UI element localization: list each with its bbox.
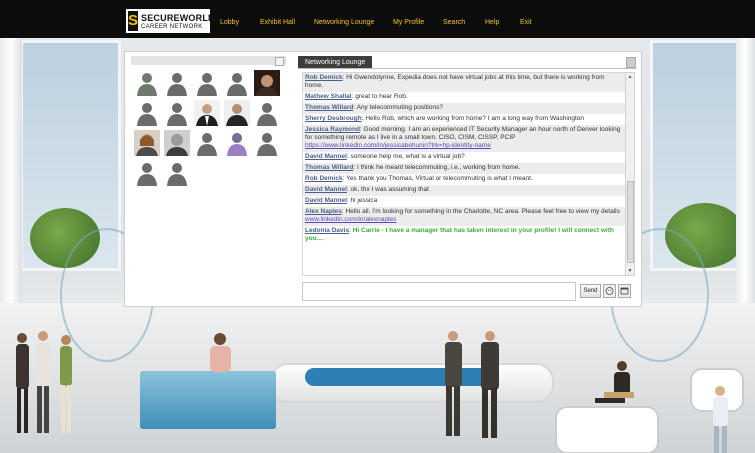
chat-author[interactable]: David Mannel — [305, 197, 347, 204]
attendee-photo[interactable] — [164, 130, 190, 156]
chat-message: David Mannel: someone help me, what is a… — [305, 153, 465, 160]
logo-mark-icon: S — [128, 11, 139, 31]
brand-subtitle: CAREER NETWORK — [141, 23, 203, 30]
chat-text: Hi Gwendolynne, Expedia does not have vi… — [305, 74, 605, 89]
chat-text: ok, thx I was assuming that — [348, 186, 429, 193]
chat-pane: Networking Lounge Rob Demick: Hi Gwendol… — [298, 56, 636, 304]
scroll-up-icon[interactable]: ▲ — [627, 74, 633, 80]
attendee-pane-header — [131, 56, 286, 66]
attendee-photo[interactable] — [194, 100, 220, 126]
chat-text: great to hear Rob. — [353, 93, 408, 100]
chat-text: Hello all. I'm looking for something in … — [343, 208, 620, 215]
scroll-down-icon[interactable]: ▼ — [627, 268, 633, 274]
nav-exit[interactable]: Exit — [520, 19, 532, 26]
attendee-photo[interactable] — [134, 130, 160, 156]
chat-author[interactable]: Thomas Willard — [305, 104, 353, 111]
reading-woman-figure — [595, 361, 634, 403]
chat-author[interactable]: Jessica Raymond — [305, 126, 360, 133]
attendee-avatar[interactable] — [164, 70, 190, 96]
chat-message: Ledonia Davis: Hi Carrie - I have a mana… — [305, 227, 614, 242]
chat-message: Sherry Desbrough: Hello Rob, which are w… — [305, 115, 585, 122]
attendee-avatar[interactable] — [134, 160, 160, 186]
chat-author[interactable]: Sherry Desbrough — [305, 115, 362, 122]
brand-name: SECUREWORLD — [141, 12, 215, 23]
scroll-thumb[interactable] — [627, 181, 634, 263]
chat-text: Yes thank you Thomas, Virtual or telecom… — [344, 175, 533, 182]
chat-message: David Mannel: hi jessica — [305, 197, 378, 204]
chat-message: Thomas Willard: I think he meant telecom… — [303, 163, 626, 174]
attendee-avatar[interactable] — [134, 100, 160, 126]
chat-author[interactable]: Ledonia Davis — [305, 227, 349, 234]
emoticon-icon[interactable] — [603, 284, 616, 298]
chat-link[interactable]: https://www.linkedin.com/in/jessicabehun… — [305, 142, 491, 149]
chat-pane-toggle-icon[interactable] — [626, 57, 636, 68]
nav-search[interactable]: Search — [443, 19, 465, 26]
business-people-figure — [445, 331, 499, 438]
chat-message: Jessica Raymond: Good morning. I am an e… — [303, 125, 626, 152]
chat-log: Rob Demick: Hi Gwendolynne, Expedia does… — [302, 72, 627, 276]
attendee-pane-toggle-icon[interactable] — [275, 57, 284, 66]
chat-message-input[interactable] — [302, 282, 576, 301]
visitor-group-figure — [16, 331, 72, 433]
chat-author[interactable]: Rob Demick — [305, 74, 343, 81]
chat-message: Alex Naples: Hello all. I'm looking for … — [303, 207, 626, 226]
chat-message: Thomas Willard: Any telecommuting positi… — [303, 103, 626, 114]
chat-message: Mathew Shallal: great to hear Rob. — [305, 93, 408, 100]
tab-divider — [298, 68, 636, 69]
chat-author[interactable]: Rob Demick — [305, 175, 343, 182]
attendee-avatar[interactable] — [164, 100, 190, 126]
brand-logo[interactable]: S SECUREWORLD CAREER NETWORK — [126, 9, 215, 33]
chat-message: David Mannel: ok, thx I was assuming tha… — [303, 185, 626, 196]
chat-link[interactable]: www.linkedin.com/in/alexnaples — [305, 216, 396, 223]
chat-message: Rob Demick: Hi Gwendolynne, Expedia does… — [303, 73, 626, 92]
chat-scrollbar[interactable]: ▲ ▼ — [625, 72, 635, 276]
pillar — [0, 38, 22, 308]
chat-text: I think he meant telecommuting, i.e., wo… — [355, 164, 521, 171]
chat-author[interactable]: David Mannel — [305, 186, 347, 193]
attendee-pane — [131, 56, 286, 300]
window-icon[interactable] — [618, 284, 631, 298]
chat-message: Rob Demick: Yes thank you Thomas, Virtua… — [305, 175, 533, 182]
nav-exhibit-hall[interactable]: Exhibit Hall — [260, 19, 295, 26]
attendee-avatar[interactable] — [254, 130, 280, 156]
attendee-avatar[interactable] — [194, 70, 220, 96]
chat-text: Any telecommuting positions? — [355, 104, 443, 111]
chat-text: someone help me, what is a virtual job? — [348, 153, 465, 160]
top-nav-bar: S SECUREWORLD CAREER NETWORK Lobby Exhib… — [0, 0, 755, 38]
attendee-avatar[interactable] — [224, 70, 250, 96]
networking-panel: Networking Lounge Rob Demick: Hi Gwendol… — [124, 51, 642, 307]
attendee-avatar[interactable] — [254, 100, 280, 126]
attendee-avatar[interactable] — [194, 130, 220, 156]
chat-author[interactable]: David Mannel — [305, 153, 347, 160]
attendee-avatar[interactable] — [134, 70, 160, 96]
nav-lobby[interactable]: Lobby — [220, 19, 239, 26]
nav-help[interactable]: Help — [485, 19, 499, 26]
pillar — [736, 38, 755, 308]
attendee-avatar[interactable] — [224, 130, 250, 156]
walking-woman-figure — [713, 386, 728, 453]
chat-author[interactable]: Alex Naples — [305, 208, 342, 215]
reception-desk — [140, 371, 276, 429]
chat-author[interactable]: Thomas Willard — [305, 164, 353, 171]
attendee-photo[interactable] — [224, 100, 250, 126]
chat-text-highlight: Hi Carrie - I have a manager that has ta… — [305, 227, 614, 242]
receptionist-figure — [210, 333, 231, 372]
nav-networking-lounge[interactable]: Networking Lounge — [314, 19, 374, 26]
attendee-avatar[interactable] — [164, 160, 190, 186]
nav-my-profile[interactable]: My Profile — [393, 19, 424, 26]
chat-text: Hello Rob, which are working from home? … — [363, 115, 585, 122]
chat-author[interactable]: Mathew Shallal — [305, 93, 352, 100]
chat-text: hi jessica — [348, 197, 378, 204]
send-button[interactable]: Send — [580, 284, 601, 298]
attendee-photo[interactable] — [254, 70, 280, 96]
